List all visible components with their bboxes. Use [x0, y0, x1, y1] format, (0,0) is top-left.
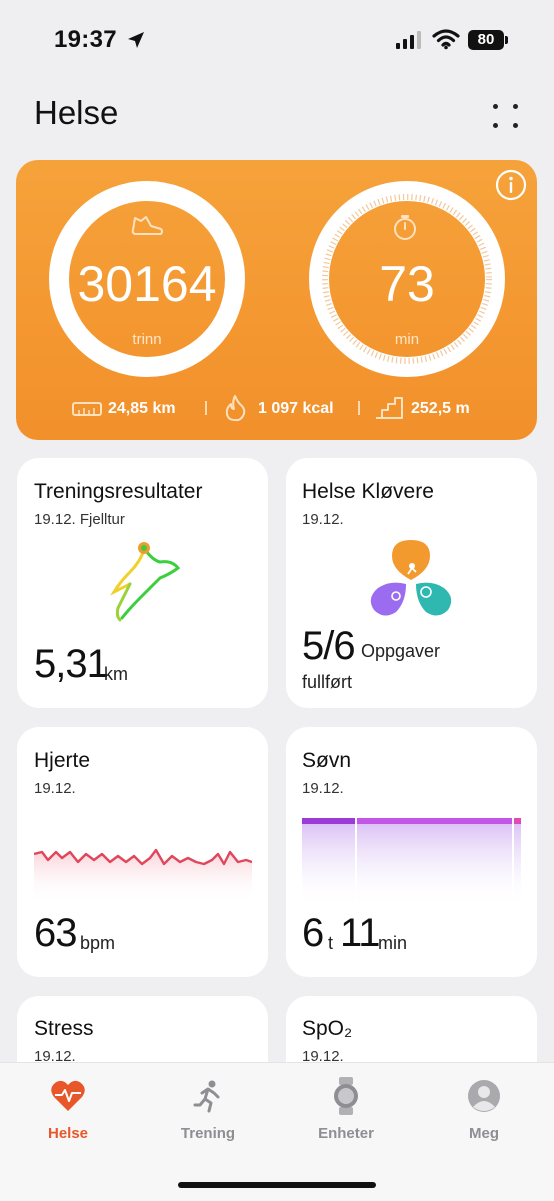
profile-icon [468, 1080, 500, 1112]
clover-card-title: Helse Kløvere [302, 480, 434, 503]
sleep-hours-unit: t [328, 933, 334, 953]
ruler-icon [72, 402, 102, 416]
sleep-minutes-value: 11 [340, 911, 381, 955]
nav-label-enheter: Enheter [318, 1125, 374, 1142]
clover-tasks-unit2: fullført [302, 672, 353, 692]
nav-label-helse: Helse [47, 1125, 89, 1142]
nav-item-trening[interactable]: Trening [148, 1063, 268, 1163]
nav-item-enheter[interactable]: Enheter [286, 1063, 406, 1163]
stat-separator [205, 401, 207, 415]
stat-separator [358, 401, 360, 415]
sleep-card-date: 19.12. [302, 780, 344, 797]
page-title: Helse [34, 94, 119, 131]
heart-rate-unit: bpm [80, 933, 116, 953]
wifi-icon [432, 29, 460, 50]
workout-card-title: Treningsresultater [34, 480, 203, 503]
workout-distance-value: 5,31 [34, 642, 109, 686]
flame-icon [225, 395, 246, 422]
home-indicator [178, 1182, 376, 1188]
nav-item-helse[interactable]: Helse [8, 1063, 128, 1163]
clover-card-date: 19.12. [302, 511, 344, 528]
heart-rate-graph [34, 848, 252, 904]
bottom-navigation: Helse Trening Enheter Meg [0, 1062, 554, 1201]
watch-icon [334, 1077, 358, 1115]
sleep-stages-graph [302, 818, 521, 908]
nav-label-meg: Meg [469, 1125, 499, 1142]
clover-tasks-value: 5/6 [302, 624, 356, 668]
sleep-hours-value: 6 [302, 911, 324, 955]
stress-card-title: Stress [34, 1017, 94, 1040]
nav-label-trening: Trening [180, 1125, 236, 1142]
heart-rate-value: 63 [34, 911, 77, 955]
shoe-icon [131, 216, 163, 235]
workout-card-subtitle: 19.12. Fjelltur [34, 511, 125, 528]
battery-indicator: 80 [468, 30, 504, 50]
workout-distance-unit: km [104, 664, 128, 684]
stopwatch-icon [394, 215, 416, 240]
grid-menu-icon[interactable] [491, 102, 521, 132]
status-bar: 19:37 80 [0, 0, 554, 80]
elevation-value: 252,5 m [411, 400, 470, 417]
steps-value: 30164 [77, 256, 217, 312]
clover-tasks-unit: Oppgaver [361, 641, 441, 661]
location-arrow-icon [128, 32, 144, 48]
calories-value: 1 097 kcal [258, 400, 334, 417]
steps-unit: trinn [132, 331, 162, 348]
heart-card-title: Hjerte [34, 749, 91, 772]
minutes-unit: min [394, 331, 420, 348]
health-clover-graphic [370, 540, 452, 616]
spo2-card-title: SpO₂ [302, 1017, 353, 1040]
status-time: 19:37 [54, 26, 117, 53]
sleep-minutes-unit: min [378, 933, 408, 953]
heart-pulse-icon [51, 1080, 85, 1111]
minutes-value: 73 [379, 256, 435, 312]
battery-tip [505, 36, 508, 44]
heart-card-date: 19.12. [34, 780, 76, 797]
cellular-signal-icon [396, 31, 421, 49]
nav-item-meg[interactable]: Meg [424, 1063, 544, 1163]
sleep-card-title: Søvn [302, 749, 352, 772]
route-map-thumbnail [110, 542, 181, 622]
running-icon [193, 1080, 220, 1113]
stairs-icon [376, 397, 403, 419]
distance-value: 24,85 km [108, 400, 176, 417]
